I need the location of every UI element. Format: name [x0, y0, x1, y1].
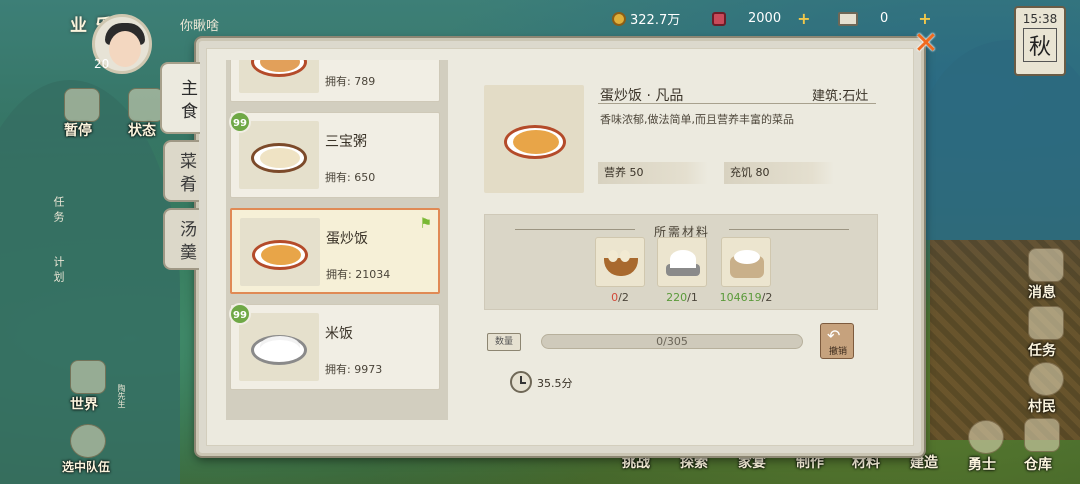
max-quality-badge: 99: [229, 111, 251, 133]
player-level: 20: [94, 57, 110, 71]
coin-amount: 322.7万: [630, 13, 681, 28]
dish-bowl-icon: [251, 60, 307, 77]
salt-icon[interactable]: [657, 237, 707, 287]
egg-basket-icon[interactable]: [595, 237, 645, 287]
rice-bowl-icon: [251, 335, 307, 365]
gem-amount: 2000: [748, 11, 782, 26]
player-name: 你瞅啥: [180, 19, 220, 34]
recipe-owned: 拥有: 650: [325, 171, 376, 184]
close-icon[interactable]: ✕: [911, 29, 941, 60]
team-button[interactable]: 选中队伍: [62, 458, 110, 475]
gem-icon: [712, 11, 726, 26]
ticket-amount: 0: [880, 11, 889, 26]
recipe-thumb: [239, 60, 319, 93]
currency-gems: 2000 +: [712, 9, 811, 28]
currency-coins: 322.7万: [612, 9, 680, 28]
pause-icon[interactable]: [64, 88, 100, 122]
add-gems-button[interactable]: +: [797, 9, 810, 28]
task-tag[interactable]: 任务: [50, 196, 66, 226]
pause-button[interactable]: 暂停: [64, 120, 92, 140]
recipe-owned: 拥有: 9973: [325, 363, 383, 376]
status-icon[interactable]: [128, 88, 164, 122]
materials-panel: 所需材料 0/2 220/1 104619/2: [484, 214, 878, 310]
time-cost: 35.5分: [537, 377, 573, 390]
material-count: 104619/2: [719, 291, 773, 304]
recipe-thumb: [239, 313, 319, 381]
message-icon[interactable]: [1028, 248, 1064, 282]
fried-rice-icon: [504, 125, 566, 159]
undo-label: 撤销: [828, 347, 847, 357]
coin-icon: [612, 11, 626, 26]
quantity-slider[interactable]: 0/305: [541, 334, 803, 349]
villager-icon[interactable]: [1028, 362, 1064, 396]
avatar-face: [109, 31, 141, 67]
dish-image-frame: [484, 85, 584, 193]
tab-staple[interactable]: 主食: [160, 62, 200, 134]
recipe-card[interactable]: 99 米饭 拥有: 9973: [229, 303, 440, 390]
warrior-button[interactable]: 勇士: [968, 454, 996, 474]
rice-icon[interactable]: [721, 237, 771, 287]
recipe-name: 三宝粥: [325, 134, 367, 150]
season-label: 秋: [1023, 28, 1057, 62]
task-icon[interactable]: [1028, 306, 1064, 340]
dish-title: 蛋炒饭 · 凡品: [600, 88, 684, 104]
team-member-tag: 陶先生: [117, 384, 126, 408]
ticket-icon: [838, 11, 858, 26]
nutrition-stat: 营养 50: [598, 162, 708, 184]
undo-button[interactable]: ↶ 撤销: [820, 323, 854, 359]
recipe-name: 蛋炒饭: [326, 231, 368, 247]
title-divider: [598, 103, 876, 104]
dish-description: 香味浓郁,做法简单,而且营养丰富的菜品: [600, 113, 794, 126]
recipe-card[interactable]: 拥有: 789: [230, 60, 440, 102]
recipe-owned: 拥有: 789: [325, 75, 376, 88]
world-icon[interactable]: [70, 360, 106, 394]
game-time: 15:38: [1022, 12, 1058, 26]
recipe-list[interactable]: 拥有: 789 99 三宝粥 拥有: 650 ⚑ 蛋炒饭 拥有: 21034 9…: [226, 60, 448, 420]
warehouse-button[interactable]: 仓库: [1024, 454, 1052, 474]
porridge-pot-icon: [251, 143, 307, 173]
recipe-card-selected[interactable]: ⚑ 蛋炒饭 拥有: 21034: [230, 208, 440, 294]
task-button[interactable]: 任务: [1028, 340, 1056, 360]
season-clock[interactable]: 15:38 秋: [1014, 6, 1066, 76]
status-button[interactable]: 状态: [128, 120, 156, 140]
fried-rice-icon: [252, 240, 308, 270]
flag-icon: ⚑: [419, 216, 432, 232]
max-quality-badge: 99: [229, 303, 251, 325]
satiety-stat: 充饥 80: [724, 162, 834, 184]
undo-arrow-icon: ↶: [827, 326, 841, 345]
team-avatar-icon[interactable]: [70, 424, 106, 458]
tab-dishes[interactable]: 菜肴: [163, 140, 199, 202]
progress-text: 0/305: [656, 335, 688, 348]
quantity-button[interactable]: 数量: [487, 333, 521, 351]
recipe-owned: 拥有: 21034: [326, 268, 391, 281]
recipe-thumb: [240, 218, 320, 286]
recipe-name: 米饭: [325, 326, 353, 342]
warehouse-icon[interactable]: [1024, 418, 1060, 452]
dish-building: 建筑:石灶: [812, 89, 869, 104]
warrior-icon[interactable]: [968, 420, 1004, 454]
plan-tag[interactable]: 计划: [50, 256, 66, 286]
recipe-thumb: [239, 121, 319, 189]
world-button[interactable]: 世界: [70, 394, 98, 414]
villager-button[interactable]: 村民: [1028, 396, 1056, 416]
tab-soups[interactable]: 汤羹: [163, 208, 199, 270]
message-button[interactable]: 消息: [1028, 282, 1056, 302]
recipe-card[interactable]: 99 三宝粥 拥有: 650: [229, 111, 440, 198]
clock-icon: [510, 371, 532, 393]
